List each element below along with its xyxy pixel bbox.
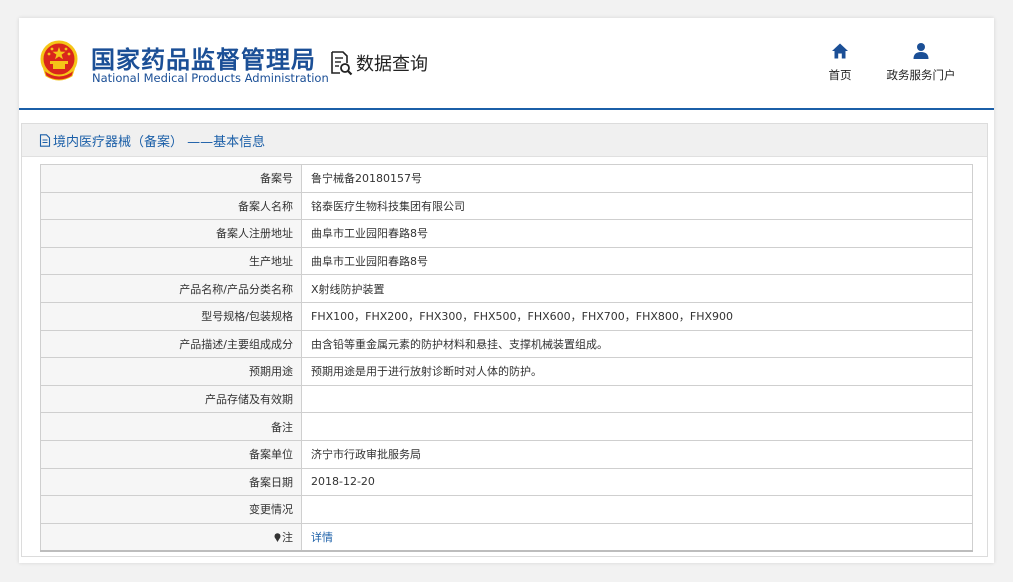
note-label-cell: 注 xyxy=(40,522,302,553)
nav-home-label: 首页 xyxy=(828,68,852,82)
table-row: 预期用途 预期用途是用于进行放射诊断时对人体的防护。 xyxy=(40,357,973,386)
pin-icon xyxy=(274,533,281,543)
field-label: 产品名称/产品分类名称 xyxy=(40,274,302,303)
table-row: 产品名称/产品分类名称 X射线防护装置 xyxy=(40,274,973,303)
detail-panel: 境内医疗器械（备案） ——基本信息 备案号 鲁宁械备20180157号 备案人名… xyxy=(21,123,988,557)
field-label: 备注 xyxy=(40,412,302,441)
table-row: 产品描述/主要组成成分 由含铅等重金属元素的防护材料和悬挂、支撑机械装置组成。 xyxy=(40,329,973,359)
field-value: 预期用途是用于进行放射诊断时对人体的防护。 xyxy=(301,357,973,386)
org-name-cn[interactable]: 国家药品监督管理局 xyxy=(91,40,316,75)
table-row: 变更情况 xyxy=(40,495,973,524)
field-value xyxy=(301,495,973,524)
field-label: 变更情况 xyxy=(40,495,302,524)
national-emblem-icon xyxy=(40,40,78,81)
table-row: 备注 xyxy=(40,412,973,441)
table-row: 注 详情 xyxy=(40,522,973,553)
field-value: FHX100，FHX200，FHX300，FHX500，FHX600，FHX70… xyxy=(301,301,973,331)
field-label: 产品描述/主要组成成分 xyxy=(40,329,302,359)
field-value: 曲阜市工业园阳春路8号 xyxy=(301,246,973,276)
table-row: 备案号 鲁宁械备20180157号 xyxy=(40,164,973,193)
field-label: 产品存储及有效期 xyxy=(40,384,302,414)
nav-home[interactable]: 首页 xyxy=(825,42,855,83)
document-icon xyxy=(39,133,51,147)
field-label: 注 xyxy=(282,531,293,545)
table-row: 产品存储及有效期 xyxy=(40,384,973,414)
field-label: 备案号 xyxy=(40,164,302,193)
field-label: 备案日期 xyxy=(40,467,302,497)
nav-gov-service-portal[interactable]: 政务服务门户 xyxy=(883,42,959,83)
panel-header: 境内医疗器械（备案） ——基本信息 xyxy=(22,124,987,157)
table-row: 备案日期 2018-12-20 xyxy=(40,467,973,497)
field-label: 备案人注册地址 xyxy=(40,219,302,248)
home-icon xyxy=(832,43,848,59)
document-search-icon xyxy=(331,51,353,76)
page-container: 国家药品监督管理局 National Medical Products Admi… xyxy=(19,18,994,563)
table-row: 备案单位 济宁市行政审批服务局 xyxy=(40,439,973,469)
data-query-label: 数据查询 xyxy=(356,54,428,75)
panel-title: 境内医疗器械（备案） ——基本信息 xyxy=(53,134,266,150)
field-value: 鲁宁械备20180157号 xyxy=(301,164,973,193)
field-label: 备案单位 xyxy=(40,439,302,469)
site-header: 国家药品监督管理局 National Medical Products Admi… xyxy=(19,18,994,110)
field-value xyxy=(301,412,973,441)
field-label: 型号规格/包装规格 xyxy=(40,301,302,331)
field-value: 由含铅等重金属元素的防护材料和悬挂、支撑机械装置组成。 xyxy=(301,329,973,359)
field-value xyxy=(301,384,973,414)
details-link[interactable]: 详情 xyxy=(301,522,973,553)
field-value: 铭泰医疗生物科技集团有限公司 xyxy=(301,191,973,221)
table-row: 备案人注册地址 曲阜市工业园阳春路8号 xyxy=(40,219,973,248)
table-row: 型号规格/包装规格 FHX100，FHX200，FHX300，FHX500，FH… xyxy=(40,301,973,331)
nav-portal-label: 政务服务门户 xyxy=(886,68,956,82)
field-label: 备案人名称 xyxy=(40,191,302,221)
table-row: 生产地址 曲阜市工业园阳春路8号 xyxy=(40,246,973,276)
field-label: 生产地址 xyxy=(40,246,302,276)
table-row: 备案人名称 铭泰医疗生物科技集团有限公司 xyxy=(40,191,973,221)
field-value: X射线防护装置 xyxy=(301,274,973,303)
field-value: 曲阜市工业园阳春路8号 xyxy=(301,219,973,248)
field-value: 济宁市行政审批服务局 xyxy=(301,439,973,469)
record-detail-table: 备案号 鲁宁械备20180157号 备案人名称 铭泰医疗生物科技集团有限公司 备… xyxy=(40,164,973,553)
field-label: 预期用途 xyxy=(40,357,302,386)
field-value: 2018-12-20 xyxy=(301,467,973,497)
user-icon xyxy=(913,43,929,59)
org-name-en[interactable]: National Medical Products Administration xyxy=(92,71,329,85)
data-query-title[interactable]: 数据查询 xyxy=(329,48,428,78)
